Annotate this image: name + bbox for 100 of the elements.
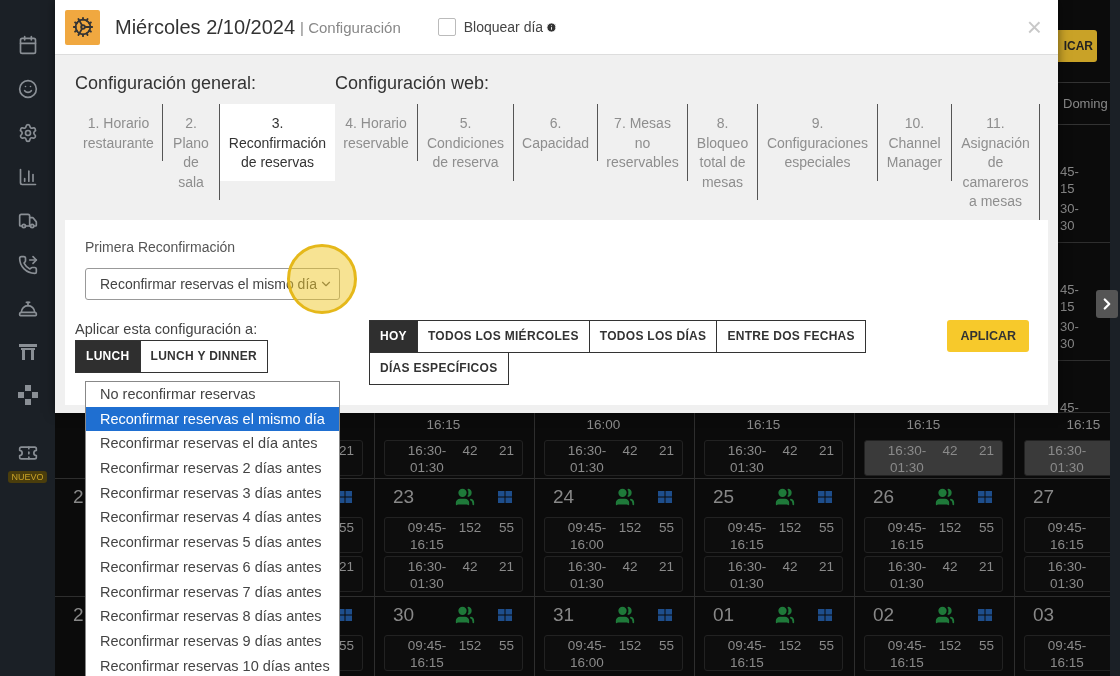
field-label: Primera Reconfirmación: [84, 237, 236, 256]
table-count: 21: [818, 442, 835, 459]
range-button[interactable]: TODOS LOS DÍAS: [588, 319, 718, 353]
slot-time: 09:45- 16:15: [406, 637, 448, 671]
day-number: 23: [392, 485, 416, 508]
tab[interactable]: 3. Reconfirmación de reservas: [220, 104, 335, 181]
tables-icon: [498, 608, 512, 621]
slot-time: 16:30- 01:30: [726, 442, 768, 476]
tables-icon: [658, 608, 672, 621]
arch-icon[interactable]: [17, 343, 38, 361]
table-count: 21: [658, 442, 675, 459]
tables-icon: [978, 490, 992, 503]
tables-icon: [498, 490, 512, 503]
slot-time: 30: [1059, 337, 1076, 353]
day-number: 24: [552, 485, 576, 508]
guest-count: 42: [621, 442, 639, 459]
slot-time: 30-: [1059, 202, 1080, 218]
slot-time: 16:00: [585, 416, 622, 434]
people-icon: [935, 486, 955, 507]
table-count: 21: [498, 442, 515, 459]
slot-time: 45-: [1059, 283, 1080, 299]
slot-time: 09:45- 16:15: [726, 637, 768, 671]
slot-time: 30: [1059, 219, 1076, 235]
slot-time: 16:30- 01:30: [1046, 442, 1088, 476]
slot-time: 16:30- 01:30: [886, 442, 928, 476]
day-number: 30: [392, 603, 416, 626]
guest-count: 152: [777, 637, 803, 654]
section-heading: Configuración general:: [75, 73, 258, 94]
guest-count: 42: [781, 558, 799, 575]
modal-subtitle: | Configuración: [300, 18, 401, 36]
apply-button[interactable]: ICAR: [1058, 30, 1097, 62]
table-count: 21: [498, 558, 515, 575]
tables-icon: [978, 608, 992, 621]
range-button[interactable]: HOY: [369, 319, 418, 353]
slot-time: 30-: [1059, 320, 1080, 336]
apply-button[interactable]: APLICAR: [947, 319, 1029, 352]
phone-icon[interactable]: [17, 255, 38, 275]
range-button[interactable]: DÍAS ESPECÍFICOS: [369, 351, 509, 385]
face-icon[interactable]: [17, 79, 38, 99]
table-count: 21: [978, 442, 995, 459]
info-icon: [546, 21, 558, 33]
slot-time: 09:45- 16:15: [726, 519, 768, 553]
slot-time: 16:30- 01:30: [566, 558, 608, 592]
slot-time: 16:15: [745, 416, 782, 434]
service-button[interactable]: LUNCH Y DINNER: [139, 339, 268, 373]
day-number: 31: [552, 603, 576, 626]
checkbox[interactable]: [437, 18, 456, 36]
table-count: 21: [658, 558, 675, 575]
slot-time: 15: [1059, 182, 1076, 198]
guest-count: 152: [457, 637, 483, 654]
people-icon: [455, 486, 475, 507]
slot-time: 15: [1059, 300, 1076, 316]
slot-time: 09:45- 16:15: [886, 519, 928, 553]
day-number: 02: [872, 603, 896, 626]
tables-icon: [818, 608, 832, 621]
day-header: Doming: [1062, 96, 1108, 111]
tables-icon: [818, 490, 832, 503]
table-count: 21: [338, 558, 355, 575]
slot-time: 16:30- 01:30: [406, 558, 448, 592]
guest-count: 152: [457, 519, 483, 536]
guest-count: 42: [781, 442, 799, 459]
table-count: 55: [818, 637, 835, 654]
people-icon: [775, 604, 795, 625]
expand-handle[interactable]: [1096, 290, 1118, 318]
guest-count: 42: [941, 442, 959, 459]
range-button[interactable]: TODOS LOS MIÉRCOLES: [416, 319, 590, 353]
range-button[interactable]: ENTRE DOS FECHAS: [716, 319, 866, 353]
slot-time: 09:45- 16:15: [886, 637, 928, 671]
slot-time: 16:30- 01:30: [886, 558, 928, 592]
table-count: 55: [658, 519, 675, 536]
table-count: 55: [978, 637, 995, 654]
slot-time: 09:45- 16:15: [1046, 519, 1088, 553]
people-icon: [775, 486, 795, 507]
settings-icon[interactable]: [17, 123, 38, 143]
table-count: 55: [498, 637, 515, 654]
table-count: 21: [978, 558, 995, 575]
service-button[interactable]: LUNCH: [75, 339, 141, 373]
chart-icon[interactable]: [17, 167, 38, 187]
day-number: 27: [1032, 485, 1056, 508]
truck-icon[interactable]: [17, 211, 38, 231]
guest-count: 152: [617, 519, 643, 536]
ticket-icon[interactable]: [17, 443, 38, 463]
guest-count: 42: [621, 558, 639, 575]
dropdown-option[interactable]: Reconfirmar reservas el mismo día: [86, 406, 339, 432]
guest-count: 152: [937, 519, 963, 536]
day-number: 01: [712, 603, 736, 626]
table-count: 21: [338, 442, 355, 459]
table-count: 55: [338, 519, 355, 536]
guest-count: 42: [461, 442, 479, 459]
table-count: 55: [658, 637, 675, 654]
slot-time: 16:15: [425, 416, 462, 434]
bell-icon[interactable]: [17, 299, 38, 319]
guest-count: 152: [777, 519, 803, 536]
slot-time: 09:45- 16:00: [566, 637, 608, 671]
table-count: 55: [338, 637, 355, 654]
calendar-icon[interactable]: [17, 35, 38, 55]
slot-time: 16:15: [905, 416, 942, 434]
table-count: 21: [818, 558, 835, 575]
cross-icon[interactable]: [17, 385, 38, 405]
gear-icon: [71, 16, 94, 38]
